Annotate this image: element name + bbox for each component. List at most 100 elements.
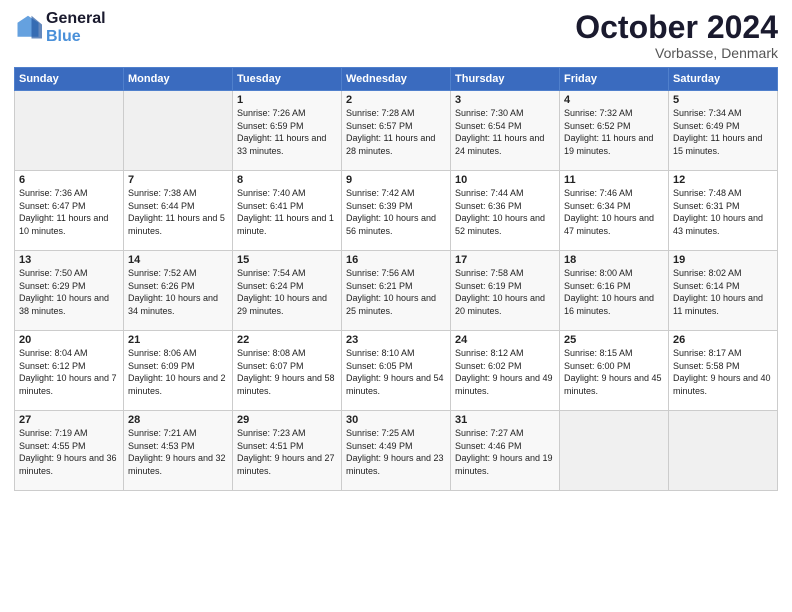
header-friday: Friday — [560, 68, 669, 91]
day-number: 2 — [346, 94, 446, 106]
calendar-page: General Blue October 2024 Vorbasse, Denm… — [0, 0, 792, 612]
cell-info: Sunrise: 7:42 AM Sunset: 6:39 PM Dayligh… — [346, 187, 446, 237]
calendar-cell: 18Sunrise: 8:00 AM Sunset: 6:16 PM Dayli… — [560, 251, 669, 331]
calendar-cell — [124, 91, 233, 171]
calendar-cell: 23Sunrise: 8:10 AM Sunset: 6:05 PM Dayli… — [342, 331, 451, 411]
cell-info: Sunrise: 7:50 AM Sunset: 6:29 PM Dayligh… — [19, 267, 119, 317]
day-number: 20 — [19, 334, 119, 346]
cell-info: Sunrise: 8:08 AM Sunset: 6:07 PM Dayligh… — [237, 347, 337, 397]
header-tuesday: Tuesday — [233, 68, 342, 91]
day-number: 1 — [237, 94, 337, 106]
calendar-cell: 6Sunrise: 7:36 AM Sunset: 6:47 PM Daylig… — [15, 171, 124, 251]
day-number: 16 — [346, 254, 446, 266]
day-number: 9 — [346, 174, 446, 186]
calendar-cell: 28Sunrise: 7:21 AM Sunset: 4:53 PM Dayli… — [124, 411, 233, 491]
cell-info: Sunrise: 8:06 AM Sunset: 6:09 PM Dayligh… — [128, 347, 228, 397]
calendar-week-row: 6Sunrise: 7:36 AM Sunset: 6:47 PM Daylig… — [15, 171, 778, 251]
calendar-cell — [15, 91, 124, 171]
calendar-cell: 29Sunrise: 7:23 AM Sunset: 4:51 PM Dayli… — [233, 411, 342, 491]
calendar-cell: 24Sunrise: 8:12 AM Sunset: 6:02 PM Dayli… — [451, 331, 560, 411]
cell-info: Sunrise: 7:44 AM Sunset: 6:36 PM Dayligh… — [455, 187, 555, 237]
header-row: General Blue October 2024 Vorbasse, Denm… — [14, 10, 778, 61]
day-number: 27 — [19, 414, 119, 426]
day-number: 25 — [564, 334, 664, 346]
calendar-cell: 14Sunrise: 7:52 AM Sunset: 6:26 PM Dayli… — [124, 251, 233, 331]
day-number: 5 — [673, 94, 773, 106]
cell-info: Sunrise: 8:02 AM Sunset: 6:14 PM Dayligh… — [673, 267, 773, 317]
calendar-week-row: 1Sunrise: 7:26 AM Sunset: 6:59 PM Daylig… — [15, 91, 778, 171]
day-number: 28 — [128, 414, 228, 426]
weekday-header-row: Sunday Monday Tuesday Wednesday Thursday… — [15, 68, 778, 91]
day-number: 23 — [346, 334, 446, 346]
cell-info: Sunrise: 7:25 AM Sunset: 4:49 PM Dayligh… — [346, 427, 446, 477]
day-number: 7 — [128, 174, 228, 186]
day-number: 19 — [673, 254, 773, 266]
calendar-cell: 17Sunrise: 7:58 AM Sunset: 6:19 PM Dayli… — [451, 251, 560, 331]
day-number: 17 — [455, 254, 555, 266]
logo-icon — [14, 14, 42, 42]
cell-info: Sunrise: 7:32 AM Sunset: 6:52 PM Dayligh… — [564, 107, 664, 157]
cell-info: Sunrise: 7:28 AM Sunset: 6:57 PM Dayligh… — [346, 107, 446, 157]
day-number: 4 — [564, 94, 664, 106]
calendar-cell: 25Sunrise: 8:15 AM Sunset: 6:00 PM Dayli… — [560, 331, 669, 411]
calendar-cell: 19Sunrise: 8:02 AM Sunset: 6:14 PM Dayli… — [669, 251, 778, 331]
cell-info: Sunrise: 8:15 AM Sunset: 6:00 PM Dayligh… — [564, 347, 664, 397]
calendar-cell: 8Sunrise: 7:40 AM Sunset: 6:41 PM Daylig… — [233, 171, 342, 251]
calendar-cell: 3Sunrise: 7:30 AM Sunset: 6:54 PM Daylig… — [451, 91, 560, 171]
cell-info: Sunrise: 7:46 AM Sunset: 6:34 PM Dayligh… — [564, 187, 664, 237]
calendar-cell — [669, 411, 778, 491]
calendar-cell: 21Sunrise: 8:06 AM Sunset: 6:09 PM Dayli… — [124, 331, 233, 411]
calendar-cell: 27Sunrise: 7:19 AM Sunset: 4:55 PM Dayli… — [15, 411, 124, 491]
calendar-cell — [560, 411, 669, 491]
day-number: 21 — [128, 334, 228, 346]
logo-text: General Blue — [46, 10, 106, 45]
cell-info: Sunrise: 7:56 AM Sunset: 6:21 PM Dayligh… — [346, 267, 446, 317]
day-number: 22 — [237, 334, 337, 346]
day-number: 6 — [19, 174, 119, 186]
calendar-cell: 11Sunrise: 7:46 AM Sunset: 6:34 PM Dayli… — [560, 171, 669, 251]
cell-info: Sunrise: 8:10 AM Sunset: 6:05 PM Dayligh… — [346, 347, 446, 397]
location: Vorbasse, Denmark — [575, 45, 778, 61]
cell-info: Sunrise: 7:52 AM Sunset: 6:26 PM Dayligh… — [128, 267, 228, 317]
cell-info: Sunrise: 8:00 AM Sunset: 6:16 PM Dayligh… — [564, 267, 664, 317]
calendar-cell: 12Sunrise: 7:48 AM Sunset: 6:31 PM Dayli… — [669, 171, 778, 251]
cell-info: Sunrise: 7:54 AM Sunset: 6:24 PM Dayligh… — [237, 267, 337, 317]
cell-info: Sunrise: 7:34 AM Sunset: 6:49 PM Dayligh… — [673, 107, 773, 157]
cell-info: Sunrise: 7:40 AM Sunset: 6:41 PM Dayligh… — [237, 187, 337, 237]
calendar-cell: 16Sunrise: 7:56 AM Sunset: 6:21 PM Dayli… — [342, 251, 451, 331]
calendar-cell: 22Sunrise: 8:08 AM Sunset: 6:07 PM Dayli… — [233, 331, 342, 411]
day-number: 15 — [237, 254, 337, 266]
calendar-cell: 20Sunrise: 8:04 AM Sunset: 6:12 PM Dayli… — [15, 331, 124, 411]
calendar-cell: 9Sunrise: 7:42 AM Sunset: 6:39 PM Daylig… — [342, 171, 451, 251]
cell-info: Sunrise: 7:23 AM Sunset: 4:51 PM Dayligh… — [237, 427, 337, 477]
calendar-cell: 4Sunrise: 7:32 AM Sunset: 6:52 PM Daylig… — [560, 91, 669, 171]
day-number: 31 — [455, 414, 555, 426]
cell-info: Sunrise: 7:48 AM Sunset: 6:31 PM Dayligh… — [673, 187, 773, 237]
cell-info: Sunrise: 7:19 AM Sunset: 4:55 PM Dayligh… — [19, 427, 119, 477]
calendar-week-row: 20Sunrise: 8:04 AM Sunset: 6:12 PM Dayli… — [15, 331, 778, 411]
day-number: 10 — [455, 174, 555, 186]
cell-info: Sunrise: 8:12 AM Sunset: 6:02 PM Dayligh… — [455, 347, 555, 397]
calendar-cell: 15Sunrise: 7:54 AM Sunset: 6:24 PM Dayli… — [233, 251, 342, 331]
header-sunday: Sunday — [15, 68, 124, 91]
day-number: 30 — [346, 414, 446, 426]
calendar-week-row: 27Sunrise: 7:19 AM Sunset: 4:55 PM Dayli… — [15, 411, 778, 491]
month-title: October 2024 — [575, 10, 778, 45]
title-block: October 2024 Vorbasse, Denmark — [575, 10, 778, 61]
day-number: 29 — [237, 414, 337, 426]
day-number: 12 — [673, 174, 773, 186]
header-thursday: Thursday — [451, 68, 560, 91]
cell-info: Sunrise: 7:21 AM Sunset: 4:53 PM Dayligh… — [128, 427, 228, 477]
day-number: 11 — [564, 174, 664, 186]
calendar-cell: 30Sunrise: 7:25 AM Sunset: 4:49 PM Dayli… — [342, 411, 451, 491]
day-number: 14 — [128, 254, 228, 266]
logo: General Blue — [14, 10, 106, 45]
day-number: 24 — [455, 334, 555, 346]
cell-info: Sunrise: 7:36 AM Sunset: 6:47 PM Dayligh… — [19, 187, 119, 237]
calendar-cell: 26Sunrise: 8:17 AM Sunset: 5:58 PM Dayli… — [669, 331, 778, 411]
calendar-cell: 7Sunrise: 7:38 AM Sunset: 6:44 PM Daylig… — [124, 171, 233, 251]
day-number: 3 — [455, 94, 555, 106]
calendar-table: Sunday Monday Tuesday Wednesday Thursday… — [14, 67, 778, 491]
calendar-cell: 1Sunrise: 7:26 AM Sunset: 6:59 PM Daylig… — [233, 91, 342, 171]
day-number: 18 — [564, 254, 664, 266]
